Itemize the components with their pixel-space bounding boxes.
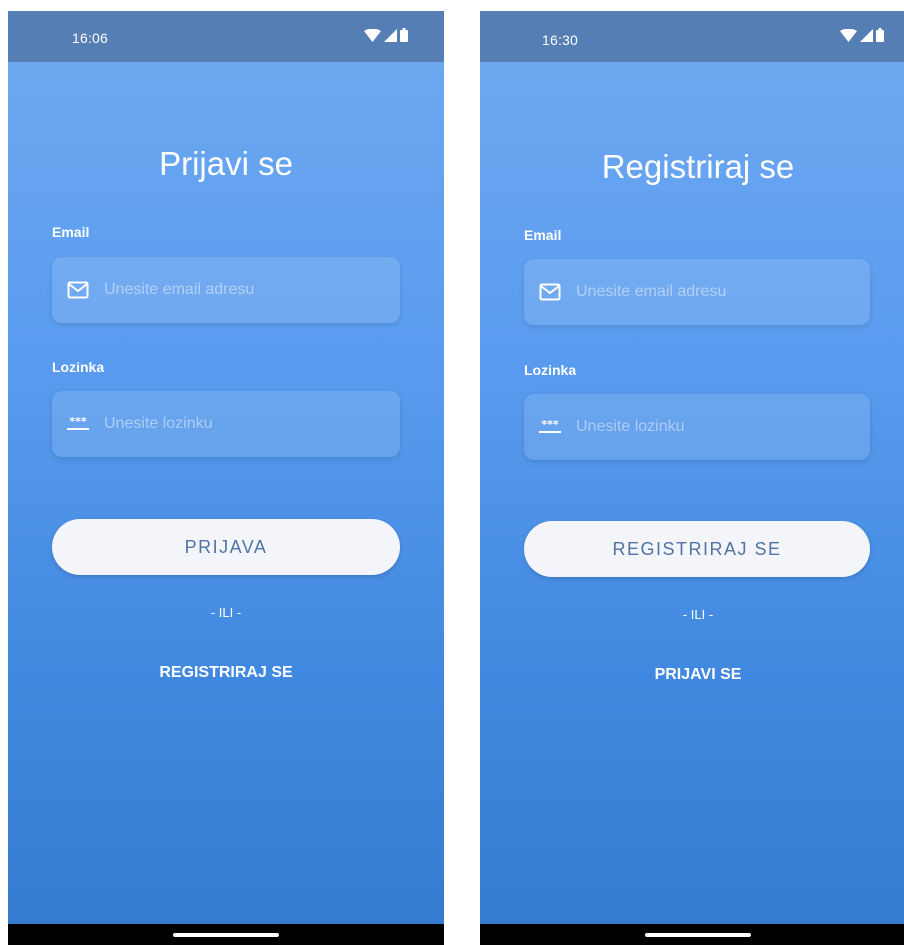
cellular-signal-icon xyxy=(384,28,397,42)
register-screen: 16:30 Registriraj se Email Lozinka *** R… xyxy=(480,11,904,945)
email-input[interactable] xyxy=(104,281,374,299)
status-icons xyxy=(364,28,408,42)
mail-icon xyxy=(66,278,90,302)
home-indicator[interactable] xyxy=(645,933,751,937)
divider-text: - ILI - xyxy=(210,605,242,620)
status-time: 16:06 xyxy=(72,30,109,46)
battery-icon xyxy=(400,28,408,42)
password-label: Lozinka xyxy=(52,359,105,375)
svg-text:***: *** xyxy=(541,419,559,431)
cellular-signal-icon xyxy=(860,28,873,42)
status-bar: 16:30 xyxy=(480,11,904,62)
email-field[interactable] xyxy=(52,257,400,323)
mail-icon xyxy=(538,280,562,304)
wifi-icon xyxy=(364,28,381,42)
svg-text:***: *** xyxy=(69,416,87,428)
login-button[interactable]: PRIJAVA xyxy=(52,519,400,575)
password-label: Lozinka xyxy=(524,362,577,378)
navigation-bar xyxy=(8,924,444,945)
email-label: Email xyxy=(524,227,562,243)
password-input[interactable] xyxy=(104,415,374,433)
status-icons xyxy=(840,28,884,42)
register-button[interactable]: REGISTRIRAJ SE xyxy=(524,521,870,577)
password-dots-icon: *** xyxy=(66,412,90,436)
login-link[interactable]: PRIJAVI SE xyxy=(480,666,904,684)
page-title: Registriraj se xyxy=(601,148,795,185)
status-time: 16:30 xyxy=(542,32,579,48)
page-title: Prijavi se xyxy=(159,145,293,182)
register-link[interactable]: REGISTRIRAJ SE xyxy=(8,664,444,682)
divider-text: - ILI - xyxy=(682,607,714,622)
wifi-icon xyxy=(840,28,857,42)
home-indicator[interactable] xyxy=(173,933,279,937)
password-field[interactable]: *** xyxy=(524,394,870,460)
login-screen: 16:06 Prijavi se Email Lozinka *** PRIJA… xyxy=(8,11,444,945)
battery-icon xyxy=(876,28,884,42)
email-field[interactable] xyxy=(524,259,870,325)
status-bar: 16:06 xyxy=(8,11,444,62)
email-label: Email xyxy=(52,224,90,240)
navigation-bar xyxy=(480,924,904,945)
password-field[interactable]: *** xyxy=(52,391,400,457)
email-input[interactable] xyxy=(576,283,846,301)
password-dots-icon: *** xyxy=(538,415,562,439)
password-input[interactable] xyxy=(576,418,846,436)
